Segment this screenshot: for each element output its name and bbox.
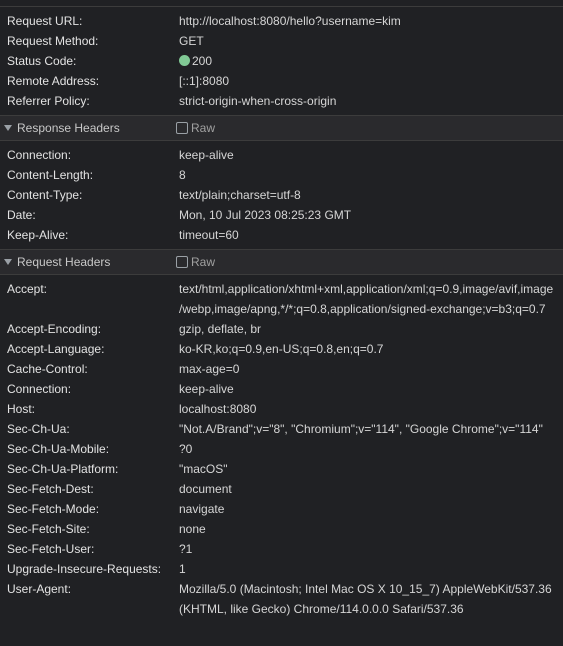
header-value[interactable]: "Not.A/Brand";v="8", "Chromium";v="114",… [179,419,563,439]
header-value[interactable]: Mon, 10 Jul 2023 08:25:23 GMT [179,205,563,225]
header-value[interactable]: 8 [179,165,563,185]
section-title: Request Headers [17,255,111,269]
header-value-status[interactable]: 200 [179,51,563,71]
raw-label: Raw [191,255,216,269]
checkbox-icon[interactable] [176,256,188,268]
header-value[interactable]: strict-origin-when-cross-origin [179,91,563,111]
header-row: Connection: keep-alive [0,379,563,399]
header-row: Host: localhost:8080 [0,399,563,419]
header-row: Keep-Alive: timeout=60 [0,225,563,245]
header-value[interactable]: none [179,519,563,539]
request-headers-bar[interactable]: Request Headers Raw [0,249,563,275]
response-raw-toggle[interactable]: Raw [176,116,215,140]
header-key: Content-Length: [7,168,94,182]
header-value-multiline[interactable]: text/html,application/xhtml+xml,applicat… [179,279,563,319]
header-row: Sec-Fetch-Mode: navigate [0,499,563,519]
header-row-status-code: Status Code: 200 [0,51,563,71]
header-row-referrer-policy: Referrer Policy: strict-origin-when-cros… [0,91,563,111]
header-key: Referrer Policy: [7,94,90,108]
header-value-line: /webp,image/apng,*/*;q=0.8,application/s… [179,302,546,316]
header-key: Sec-Fetch-Mode: [7,502,100,516]
status-dot-icon [179,55,190,66]
header-row: Cache-Control: max-age=0 [0,359,563,379]
header-key: Connection: [7,148,72,162]
header-row: Upgrade-Insecure-Requests: 1 [0,559,563,579]
header-value[interactable]: gzip, deflate, br [179,319,563,339]
header-value[interactable]: keep-alive [179,379,563,399]
header-value[interactable]: "macOS" [179,459,563,479]
header-row: Connection: keep-alive [0,145,563,165]
header-value[interactable]: GET [179,31,563,51]
header-value-line: text/html,application/xhtml+xml,applicat… [179,282,554,296]
header-row-remote-address: Remote Address: [::1]:8080 [0,71,563,91]
header-key: Date: [7,208,36,222]
header-row: Sec-Ch-Ua-Mobile: ?0 [0,439,563,459]
header-row: Sec-Ch-Ua-Platform: "macOS" [0,459,563,479]
header-row: Content-Type: text/plain;charset=utf-8 [0,185,563,205]
header-value[interactable]: document [179,479,563,499]
header-key: Sec-Fetch-Dest: [7,482,94,496]
header-row: Sec-Fetch-Site: none [0,519,563,539]
header-key: Status Code: [7,54,77,68]
checkbox-icon[interactable] [176,122,188,134]
header-row: Content-Length: 8 [0,165,563,185]
header-key: Cache-Control: [7,362,88,376]
triangle-down-icon [4,125,12,131]
header-value[interactable]: ?0 [179,439,563,459]
header-key: Content-Type: [7,188,83,202]
header-row-request-method: Request Method: GET [0,31,563,51]
header-value[interactable]: navigate [179,499,563,519]
header-row: Accept-Language: ko-KR,ko;q=0.9,en-US;q=… [0,339,563,359]
header-key: Remote Address: [7,74,100,88]
header-key: Sec-Ch-Ua-Mobile: [7,442,110,456]
response-headers-toggle[interactable]: Response Headers [0,116,176,140]
header-key: Host: [7,402,36,416]
raw-label: Raw [191,121,216,135]
header-value[interactable]: max-age=0 [179,359,563,379]
header-value[interactable]: ko-KR,ko;q=0.9,en-US;q=0.8,en;q=0.7 [179,339,563,359]
header-row: Sec-Ch-Ua: "Not.A/Brand";v="8", "Chromiu… [0,419,563,439]
header-value-multiline[interactable]: Mozilla/5.0 (Macintosh; Intel Mac OS X 1… [179,579,563,619]
header-value[interactable]: [::1]:8080 [179,71,563,91]
header-key: Request Method: [7,34,99,48]
header-value[interactable]: timeout=60 [179,225,563,245]
section-title: Response Headers [17,121,120,135]
header-key: Accept-Encoding: [7,322,102,336]
header-key: Sec-Fetch-Site: [7,522,90,536]
header-row: Date: Mon, 10 Jul 2023 08:25:23 GMT [0,205,563,225]
header-key: Accept: [7,282,48,296]
header-key: Sec-Ch-Ua-Platform: [7,462,119,476]
header-row: Sec-Fetch-User: ?1 [0,539,563,559]
request-raw-toggle[interactable]: Raw [176,250,215,274]
header-value[interactable]: localhost:8080 [179,399,563,419]
header-key: Connection: [7,382,72,396]
general-section: Request URL: http://localhost:8080/hello… [0,7,563,115]
response-headers-bar[interactable]: Response Headers Raw [0,115,563,141]
status-code-value: 200 [192,54,213,68]
request-headers-section: Accept: text/html,application/xhtml+xml,… [0,275,563,623]
header-value[interactable]: ?1 [179,539,563,559]
header-value-line: (KHTML, like Gecko) Chrome/114.0.0.0 Saf… [179,602,464,616]
header-key: Sec-Ch-Ua: [7,422,70,436]
header-value-line: Mozilla/5.0 (Macintosh; Intel Mac OS X 1… [179,582,552,596]
top-border [0,0,563,7]
header-row: Sec-Fetch-Dest: document [0,479,563,499]
header-value[interactable]: http://localhost:8080/hello?username=kim [179,11,563,31]
header-key: Keep-Alive: [7,228,69,242]
header-key: Request URL: [7,14,83,28]
header-value[interactable]: text/plain;charset=utf-8 [179,185,563,205]
header-row-request-url: Request URL: http://localhost:8080/hello… [0,11,563,31]
header-key: User-Agent: [7,582,72,596]
header-row: Accept-Encoding: gzip, deflate, br [0,319,563,339]
triangle-down-icon [4,259,12,265]
header-key: Accept-Language: [7,342,105,356]
header-value[interactable]: keep-alive [179,145,563,165]
header-row-user-agent: User-Agent: Mozilla/5.0 (Macintosh; Inte… [0,579,563,619]
header-row-accept: Accept: text/html,application/xhtml+xml,… [0,279,563,319]
header-key: Sec-Fetch-User: [7,542,95,556]
header-value[interactable]: 1 [179,559,563,579]
header-key: Upgrade-Insecure-Requests: [7,562,162,576]
response-headers-section: Connection: keep-alive Content-Length: 8… [0,141,563,249]
request-headers-toggle[interactable]: Request Headers [0,250,176,274]
